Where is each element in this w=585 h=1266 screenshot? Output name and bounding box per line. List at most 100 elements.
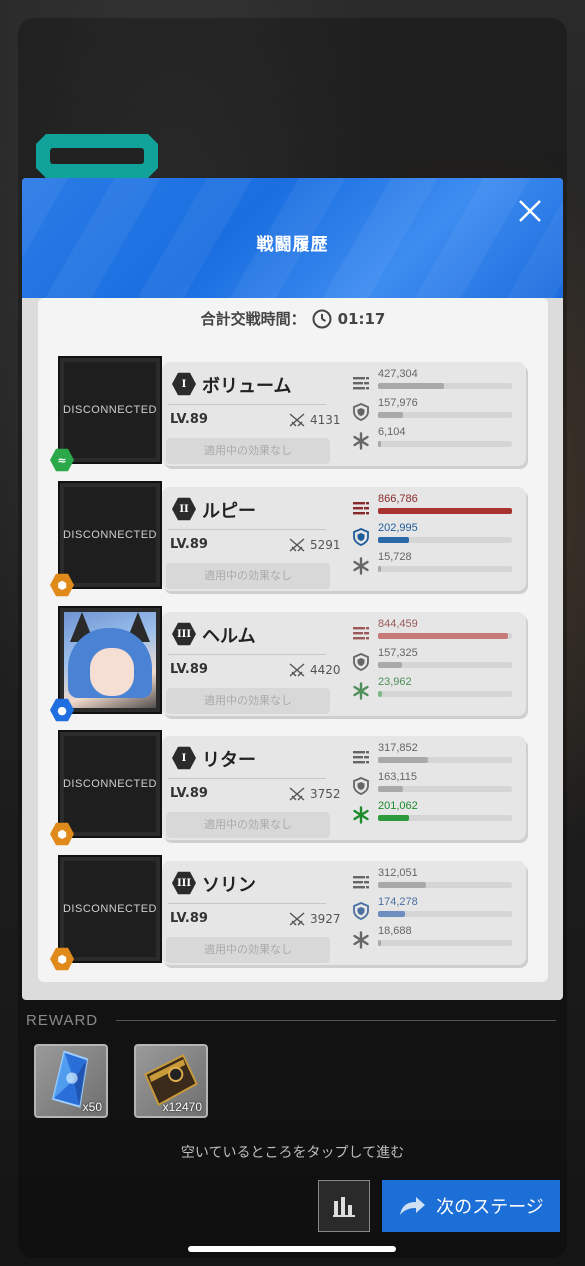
stat-heal-bar xyxy=(378,940,512,946)
tap-to-continue-hint: 空いているところをタップして進む xyxy=(180,1145,405,1161)
stat-damage-bar-fill xyxy=(378,508,512,514)
stat-damage: 427,304 xyxy=(352,368,520,398)
character-portrait[interactable]: DISCONNECTED xyxy=(58,855,162,963)
modal-title: 戦闘履歴 xyxy=(256,235,329,255)
stat-defense-bar-fill xyxy=(378,662,403,668)
stat-defense-bar xyxy=(378,662,512,668)
home-indicator[interactable] xyxy=(188,1246,396,1252)
stat-damage-value: 844,459 xyxy=(378,618,418,630)
close-button[interactable] xyxy=(517,198,543,224)
stat-heal-bar xyxy=(378,691,512,697)
clock-icon xyxy=(312,309,332,328)
character-row[interactable]: ● III ヘルム LV.89 4420 適用中の効果なし 844,459 15… xyxy=(50,606,526,722)
reward-label: REWARD xyxy=(26,1012,99,1029)
next-stage-label: 次のステージ xyxy=(436,1197,544,1218)
character-name-area: III ソリン xyxy=(168,869,330,903)
character-portrait[interactable]: DISCONNECTED xyxy=(58,356,162,464)
character-info-card: III ソリン LV.89 3927 適用中の効果なし 312,051 174,… xyxy=(162,861,526,965)
character-portrait[interactable] xyxy=(58,606,162,714)
close-icon xyxy=(519,200,541,222)
shield-icon xyxy=(353,528,369,546)
character-row[interactable]: DISCONNECTED ≈ I ボリューム LV.89 4131 適用中の効果な… xyxy=(50,356,526,472)
stat-heal: 6,104 xyxy=(352,426,520,456)
character-row[interactable]: DISCONNECTED ⬢ III ソリン LV.89 3927 適用中の効果な… xyxy=(50,855,526,971)
disconnected-label: DISCONNECTED xyxy=(62,404,157,416)
reward-item-crystal[interactable]: x50 xyxy=(34,1044,108,1118)
character-level: LV.89 xyxy=(170,911,208,926)
class-rank-icon: I xyxy=(172,372,196,396)
combat-power: 4420 xyxy=(288,662,341,678)
disconnected-label: DISCONNECTED xyxy=(62,529,157,541)
combat-power: 3927 xyxy=(288,911,341,927)
stat-damage-bar xyxy=(378,633,512,639)
stat-damage: 317,852 xyxy=(352,742,520,772)
stat-heal-bar xyxy=(378,566,512,572)
stat-heal: 201,062 xyxy=(352,800,520,830)
combat-power-value: 3927 xyxy=(310,912,341,926)
stat-heal-value: 201,062 xyxy=(378,800,418,812)
combat-power: 4131 xyxy=(288,412,341,428)
combat-power-value: 4131 xyxy=(310,413,341,427)
crossed-swords-icon xyxy=(289,787,305,801)
character-name: ヘルム xyxy=(202,626,256,647)
character-portrait[interactable]: DISCONNECTED xyxy=(58,730,162,838)
character-name: ソリン xyxy=(202,875,256,896)
battle-history-panel: 合計交戦時間： 01:17 DISCONNECTED ≈ I ボリューム LV.8… xyxy=(38,298,548,982)
character-level: LV.89 xyxy=(170,786,208,801)
stat-heal-value: 23,962 xyxy=(378,676,412,688)
stat-damage-bar xyxy=(378,757,512,763)
stat-damage: 866,786 xyxy=(352,493,520,523)
character-info-card: I リター LV.89 3752 適用中の効果なし 317,852 163,11… xyxy=(162,736,526,840)
portrait-face xyxy=(90,648,134,696)
stat-damage: 312,051 xyxy=(352,867,520,897)
character-row[interactable]: DISCONNECTED ⬢ I リター LV.89 3752 適用中の効果なし … xyxy=(50,730,526,846)
heal-icon xyxy=(353,682,369,700)
damage-icon xyxy=(353,751,369,764)
stat-heal-value: 18,688 xyxy=(378,925,412,937)
character-name-area: I リター xyxy=(168,744,330,778)
stat-heal: 23,962 xyxy=(352,676,520,706)
crossed-swords-icon xyxy=(289,912,305,926)
character-name-area: II ルピー xyxy=(168,495,330,529)
reward-count: x50 xyxy=(82,1100,102,1114)
stat-damage-value: 312,051 xyxy=(378,867,418,879)
combat-power: 3752 xyxy=(288,786,341,802)
character-row[interactable]: DISCONNECTED ⬢ II ルピー LV.89 5291 適用中の効果なし… xyxy=(50,481,526,597)
stat-defense: 202,995 xyxy=(352,522,520,552)
stat-heal-value: 6,104 xyxy=(378,426,406,438)
stat-heal-bar xyxy=(378,441,512,447)
stat-defense-bar xyxy=(378,537,512,543)
character-portrait[interactable]: DISCONNECTED xyxy=(58,481,162,589)
crossed-swords-icon xyxy=(289,663,305,677)
damage-icon xyxy=(353,627,369,640)
forward-arrow-icon xyxy=(400,1197,426,1215)
effect-status: 適用中の効果なし xyxy=(166,937,330,963)
next-stage-button[interactable]: 次のステージ xyxy=(382,1180,560,1232)
damage-icon xyxy=(353,377,369,390)
battle-stats-button[interactable] xyxy=(318,1180,370,1232)
class-rank-icon: III xyxy=(172,871,196,895)
character-name: リター xyxy=(202,750,256,771)
stat-defense-bar-fill xyxy=(378,537,409,543)
team-tag xyxy=(36,134,158,178)
damage-icon xyxy=(353,502,369,515)
stat-defense: 157,325 xyxy=(352,647,520,677)
stat-defense-value: 157,976 xyxy=(378,397,418,409)
stat-heal-bar-fill xyxy=(378,815,409,821)
stat-damage-bar-fill xyxy=(378,383,444,389)
character-level: LV.89 xyxy=(170,537,208,552)
character-info-card: I ボリューム LV.89 4131 適用中の効果なし 427,304 157,… xyxy=(162,362,526,466)
stat-defense-bar-fill xyxy=(378,911,405,917)
stat-defense-bar xyxy=(378,412,512,418)
character-name-area: III ヘルム xyxy=(168,620,330,654)
heal-icon xyxy=(353,557,369,575)
reward-item-credit[interactable]: x12470 xyxy=(134,1044,208,1118)
heal-icon xyxy=(353,432,369,450)
disconnected-label: DISCONNECTED xyxy=(62,778,157,790)
effect-status: 適用中の効果なし xyxy=(166,438,330,464)
stat-heal-bar xyxy=(378,815,512,821)
class-rank-icon: II xyxy=(172,497,196,521)
character-name: ルピー xyxy=(202,501,256,522)
character-info-card: III ヘルム LV.89 4420 適用中の効果なし 844,459 157,… xyxy=(162,612,526,716)
stat-damage: 844,459 xyxy=(352,618,520,648)
